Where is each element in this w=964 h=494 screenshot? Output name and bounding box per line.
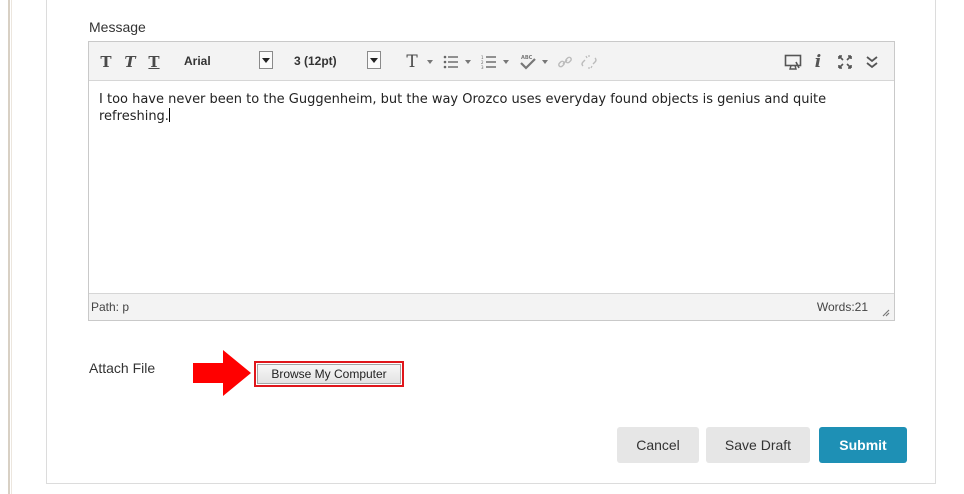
pointer-arrow-icon [193, 350, 251, 396]
element-path: Path: p [91, 300, 130, 314]
unlink-icon[interactable] [579, 52, 599, 72]
bold-icon[interactable]: T [97, 52, 115, 72]
rich-text-editor[interactable]: T T T Arial 3 (12pt) T 123 ABC i I too h… [88, 41, 895, 321]
chevron-down-icon[interactable] [464, 52, 472, 72]
chevron-down-icon[interactable] [367, 51, 381, 69]
font-size-value: 3 (12pt) [294, 54, 337, 68]
font-family-select[interactable]: Arial [181, 50, 273, 72]
editor-content[interactable]: I too have never been to the Guggenheim,… [99, 92, 879, 125]
cancel-button[interactable]: Cancel [617, 427, 699, 463]
numbered-list-icon[interactable]: 123 [479, 52, 499, 72]
italic-icon[interactable]: T [121, 52, 139, 72]
editor-toolbar: T T T Arial 3 (12pt) T 123 ABC i [89, 42, 894, 81]
submit-button[interactable]: Submit [819, 427, 907, 463]
underline-icon[interactable]: T [145, 52, 163, 72]
save-draft-button[interactable]: Save Draft [706, 427, 810, 463]
svg-text:3: 3 [481, 65, 484, 69]
chevron-down-icon[interactable] [426, 52, 434, 72]
word-count: Words:21 [816, 300, 868, 314]
chevron-down-icon[interactable] [259, 51, 273, 69]
svg-text:ABC: ABC [521, 55, 533, 61]
attach-file-label: Attach File [89, 360, 156, 376]
browse-my-computer-button[interactable]: Browse My Computer [257, 364, 401, 384]
fullscreen-icon[interactable] [835, 52, 855, 72]
page-left-border-inner [11, 0, 12, 494]
font-size-select[interactable]: 3 (12pt) [291, 50, 381, 72]
message-text: I too have never been to the Guggenheim,… [99, 92, 827, 124]
resize-grip-icon[interactable] [880, 307, 890, 317]
bullet-list-icon[interactable] [441, 52, 461, 72]
expand-toolbar-icon[interactable] [863, 52, 881, 72]
editor-statusbar: Path: p Words:21 [89, 293, 894, 320]
text-color-icon[interactable]: T [402, 52, 422, 72]
preview-icon[interactable] [783, 52, 803, 72]
chevron-down-icon[interactable] [541, 52, 549, 72]
font-family-value: Arial [184, 54, 211, 68]
link-icon[interactable] [556, 52, 574, 72]
text-caret [168, 108, 170, 122]
spellcheck-icon[interactable]: ABC [517, 52, 539, 72]
page-left-border [8, 0, 10, 494]
chevron-down-icon[interactable] [502, 52, 510, 72]
message-label: Message [89, 19, 146, 35]
browse-highlight-box: Browse My Computer [254, 361, 404, 387]
info-icon[interactable]: i [811, 52, 825, 72]
